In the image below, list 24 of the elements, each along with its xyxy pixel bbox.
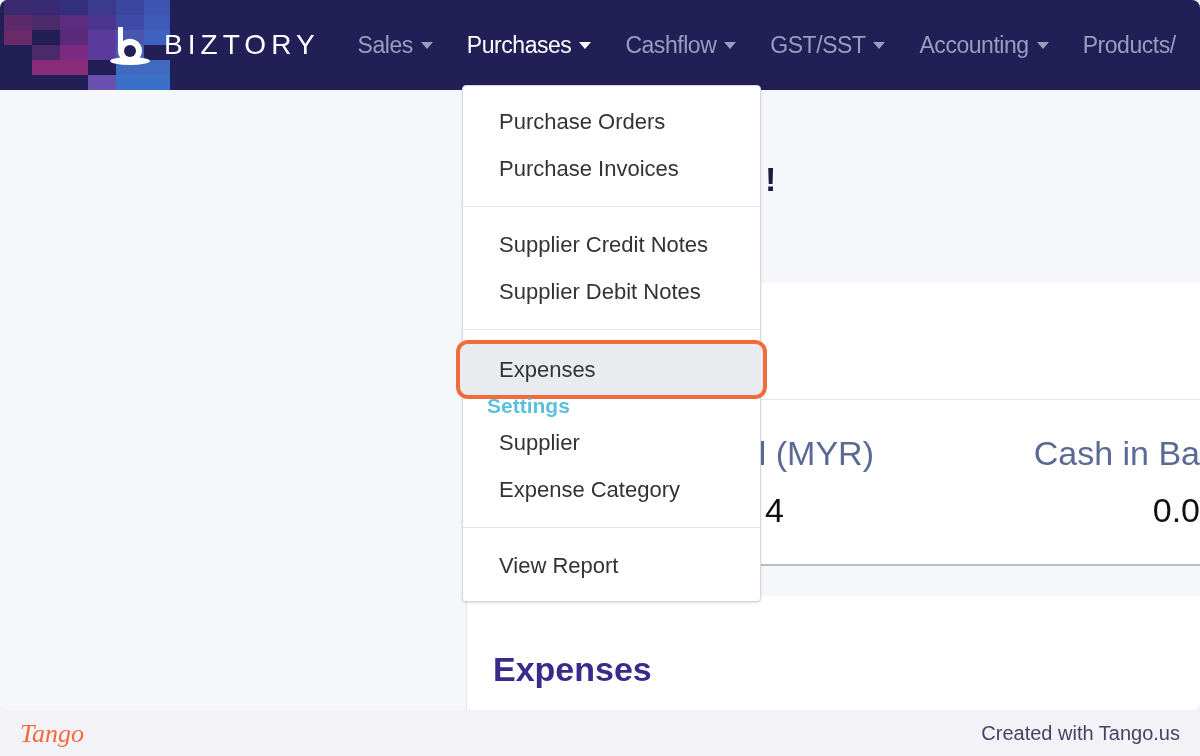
nav-menu-item[interactable]: Cashflow	[625, 27, 737, 63]
stat-label: l (MYR)	[758, 433, 874, 474]
dropdown-item[interactable]: View Report	[463, 542, 760, 589]
stat-value: 0.0	[1152, 489, 1200, 531]
nav-menu-item[interactable]: GST/SST	[770, 27, 886, 63]
tango-logo: Tango	[20, 717, 85, 750]
heading-text: !	[765, 162, 777, 196]
dropdown-item[interactable]: Supplier Debit Notes	[463, 268, 760, 315]
dropdown-item[interactable]: Purchase Invoices	[463, 145, 760, 192]
brand-name: BIZTORY	[164, 28, 320, 62]
dropdown-item[interactable]: Supplier Credit Notes	[463, 221, 760, 268]
stat-label: Cash in Ba	[1033, 433, 1200, 474]
credit-text: Created with Tango.us	[981, 721, 1180, 746]
dropdown-item[interactable]: Supplier	[463, 419, 760, 466]
dropdown-item[interactable]: Expense Category	[463, 466, 760, 513]
stat-value: 4	[765, 489, 784, 531]
logo-icon	[108, 25, 152, 65]
nav-menu-item[interactable]: Accounting	[919, 27, 1049, 63]
menu-section-header: Settings	[486, 393, 571, 419]
nav-menu-item[interactable]: Purchases	[466, 27, 592, 63]
dropdown-item[interactable]: Purchase Orders	[463, 98, 760, 145]
nav-menu-item[interactable]: Products/	[1082, 27, 1176, 63]
card-title: Expenses	[493, 650, 652, 688]
nav-menu-item[interactable]: Sales	[357, 27, 433, 63]
